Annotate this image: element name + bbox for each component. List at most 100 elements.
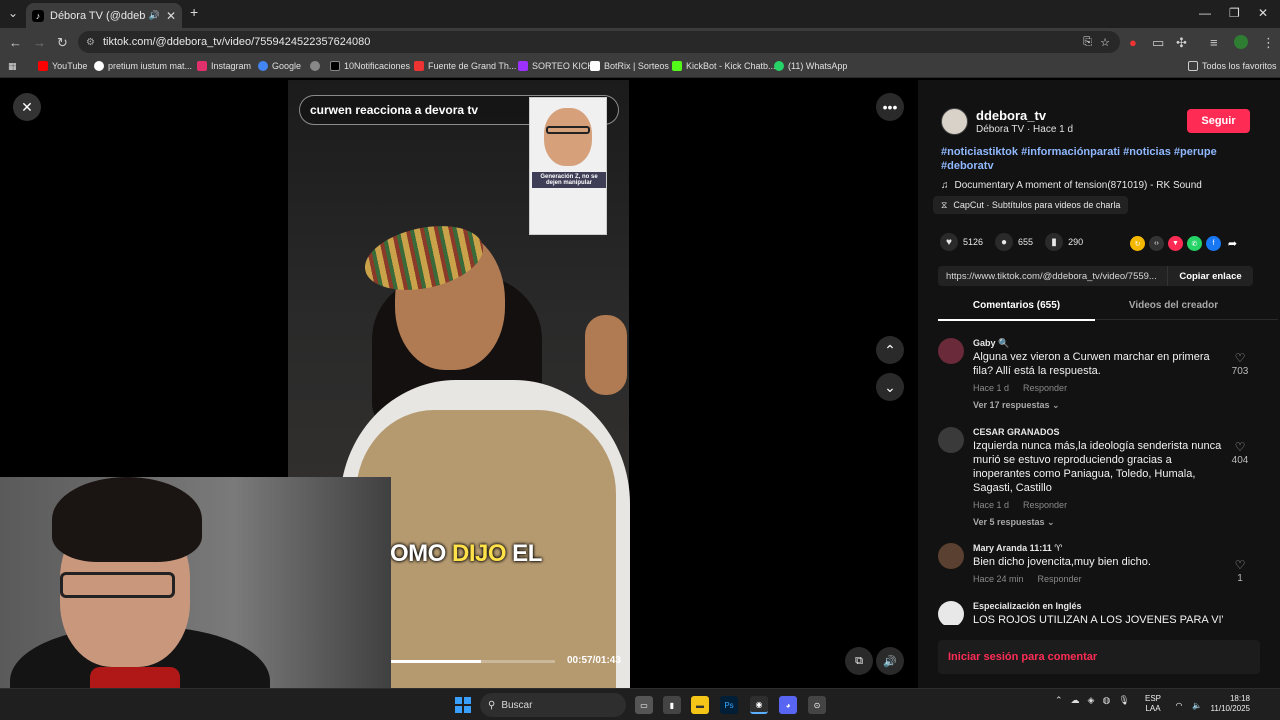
bookmark-google[interactable]: Google xyxy=(258,61,301,71)
input-language[interactable]: ESP LAA xyxy=(1145,694,1161,714)
bookmark-instagram[interactable]: Instagram xyxy=(197,61,251,71)
comment-button[interactable]: ● 655 xyxy=(995,233,1033,251)
photoshop-icon[interactable]: Ps xyxy=(720,696,738,714)
bookmark-grand-theft[interactable]: Fuente de Grand Th... xyxy=(414,61,516,71)
back-icon[interactable]: ← xyxy=(9,35,22,50)
tab-comments[interactable]: Comentarios (655) xyxy=(938,300,1095,321)
audio-icon[interactable]: 🔊 xyxy=(149,10,160,21)
start-button-icon[interactable] xyxy=(455,697,471,713)
reply-button[interactable]: Responder xyxy=(1023,383,1067,393)
tab-close-icon[interactable]: ✕ xyxy=(166,9,176,23)
embed-icon[interactable]: ‹› xyxy=(1149,236,1164,251)
like-button[interactable]: ♥ 5126 xyxy=(940,233,983,251)
commenter-name[interactable]: Gaby 🔍 xyxy=(973,338,1009,349)
url-text: tiktok.com/@ddebora_tv/video/75594245223… xyxy=(102,36,371,48)
save-button[interactable]: ▮ 290 xyxy=(1045,233,1083,251)
bookmark-youtube[interactable]: YouTube xyxy=(38,61,87,71)
send-icon[interactable]: ▼ xyxy=(1168,236,1183,251)
app-alert-icon[interactable]: ⊙ xyxy=(808,696,826,714)
menu-kebab-icon[interactable]: ⋮ xyxy=(1262,35,1275,51)
login-to-comment-button[interactable]: Iniciar sesión para comentar xyxy=(938,640,1260,674)
forward-icon[interactable]: → xyxy=(33,35,46,50)
file-explorer-icon[interactable]: ▬ xyxy=(691,696,709,714)
commenter-name[interactable]: Mary Aranda 11:11 ♈ xyxy=(973,543,1062,554)
close-video-icon[interactable]: ✕ xyxy=(13,93,41,121)
extensions-puzzle-icon[interactable]: ✣ xyxy=(1176,35,1187,51)
follow-button[interactable]: Seguir xyxy=(1187,109,1250,133)
all-bookmarks-folder[interactable]: Todos los favoritos xyxy=(1188,61,1277,71)
commenter-name[interactable]: CESAR GRANADOS xyxy=(973,427,1060,437)
bookmark-whatsapp[interactable]: (11) WhatsApp xyxy=(774,61,847,71)
view-replies-button[interactable]: Ver 5 respuestas ⌄ xyxy=(973,517,1055,528)
browser-tab[interactable]: ♪ Débora TV (@ddebora_tv) | 🔊 ✕ xyxy=(26,3,182,28)
microphone-icon[interactable]: 🎙 xyxy=(1118,695,1129,706)
reload-icon[interactable]: ↻ xyxy=(57,35,68,51)
comment-text: Bien dicho jovencita,muy bien dicho. xyxy=(973,556,1151,568)
previous-video-icon[interactable]: ⌃ xyxy=(876,336,904,364)
copy-link-button[interactable]: Copiar enlace xyxy=(1167,266,1253,286)
bookmark-kickbot[interactable]: KickBot - Kick Chatb... xyxy=(672,61,776,71)
profile-avatar[interactable] xyxy=(1234,35,1248,49)
video-progress-bar[interactable] xyxy=(390,660,555,663)
bookmark-star-icon[interactable]: ☆ xyxy=(1100,36,1110,49)
url-bar[interactable]: ⚙ tiktok.com/@ddebora_tv/video/755942452… xyxy=(78,31,1120,53)
task-view-icon[interactable]: ▭ xyxy=(635,696,653,714)
tab-search-icon[interactable]: ⌄ xyxy=(8,6,18,20)
share-arrow-icon[interactable]: ➦ xyxy=(1225,236,1240,251)
install-app-icon[interactable]: ⎘ xyxy=(1083,36,1092,49)
volume-tray-icon[interactable]: 🔈 xyxy=(1188,696,1206,714)
repost-icon[interactable]: ↻ xyxy=(1130,236,1145,251)
window-close-icon[interactable]: ✕ xyxy=(1258,6,1268,20)
taskbar-search-placeholder: Buscar xyxy=(501,699,533,711)
commenter-name[interactable]: Especialización en Inglés xyxy=(973,601,1082,611)
picture-in-picture-icon[interactable]: ⧉ xyxy=(845,647,873,675)
comment-like-button[interactable]: ♡ 703 xyxy=(1225,352,1255,377)
tray-overflow-icon[interactable]: ⌃ xyxy=(1055,695,1063,706)
next-video-icon[interactable]: ⌄ xyxy=(876,373,904,401)
music-link[interactable]: ♫ Documentary A moment of tension(871019… xyxy=(941,180,1202,191)
onedrive-icon[interactable]: ☁ xyxy=(1071,695,1080,706)
commenter-avatar[interactable] xyxy=(938,543,964,569)
security-icon[interactable]: ◈ xyxy=(1088,695,1095,706)
commenter-avatar[interactable] xyxy=(938,601,964,625)
chrome-icon[interactable]: ◉ xyxy=(750,696,768,714)
reading-list-icon[interactable]: ≡ xyxy=(1210,35,1218,50)
music-title: Documentary A moment of tension(871019) … xyxy=(954,180,1202,191)
discord-icon[interactable]: ◕ xyxy=(779,696,797,714)
bookmark-botrix[interactable]: BotRix | Sorteos xyxy=(590,61,669,71)
site-info-icon[interactable]: ⚙ xyxy=(86,37,95,48)
volume-icon[interactable]: 🔊 xyxy=(876,647,904,675)
wifi-icon[interactable]: ◠ xyxy=(1170,696,1188,714)
extension-record-icon[interactable]: ● xyxy=(1129,35,1137,50)
extension-icon[interactable]: ▭ xyxy=(1152,35,1164,51)
comment-like-button[interactable]: ♡ 404 xyxy=(1225,441,1255,466)
creator-username[interactable]: ddebora_tv xyxy=(976,108,1046,123)
bookmark-10notificaciones[interactable]: 10Notificaciones xyxy=(330,61,410,71)
creator-avatar[interactable] xyxy=(941,108,968,135)
restore-icon[interactable]: ❐ xyxy=(1229,6,1240,20)
bookmark-sorteo-kick[interactable]: SORTEO KICK xyxy=(518,61,593,71)
view-replies-button[interactable]: Ver 17 respuestas ⌄ xyxy=(973,400,1060,411)
video-hashtags[interactable]: #noticiastiktok #informaciónparati #noti… xyxy=(941,145,1241,173)
more-options-icon[interactable]: ••• xyxy=(876,93,904,121)
apps-grid-icon[interactable]: ▦ xyxy=(8,61,17,72)
browser-tab-bar: ⌄ ♪ Débora TV (@ddebora_tv) | 🔊 ✕ + — ❐ … xyxy=(0,0,1280,28)
minimize-icon[interactable]: — xyxy=(1199,6,1211,20)
commenter-avatar[interactable] xyxy=(938,338,964,364)
facebook-icon[interactable]: f xyxy=(1206,236,1221,251)
reply-button[interactable]: Responder xyxy=(1023,500,1067,510)
share-link-url[interactable]: https://www.tiktok.com/@ddebora_tv/video… xyxy=(938,271,1167,282)
app-icon[interactable]: ▮ xyxy=(663,696,681,714)
bookmark-globe[interactable] xyxy=(310,61,324,71)
capcut-template-link[interactable]: ⧖ CapCut · Subtítulos para videos de cha… xyxy=(933,196,1129,214)
taskbar-search[interactable]: ⚲ Buscar xyxy=(480,693,626,717)
comment-like-button[interactable]: ♡ 1 xyxy=(1225,559,1255,584)
whatsapp-icon[interactable]: ✆ xyxy=(1187,236,1202,251)
taskbar-clock[interactable]: 18:18 11/10/2025 xyxy=(1208,694,1250,714)
new-tab-icon[interactable]: + xyxy=(190,4,198,20)
bookmark-pretium[interactable]: pretium iustum mat... xyxy=(94,61,192,71)
commenter-avatar[interactable] xyxy=(938,427,964,453)
reply-button[interactable]: Responder xyxy=(1038,574,1082,584)
tab-creator-videos[interactable]: Videos del creador xyxy=(1095,300,1252,311)
network-alt-icon[interactable]: ◍ xyxy=(1102,695,1110,706)
